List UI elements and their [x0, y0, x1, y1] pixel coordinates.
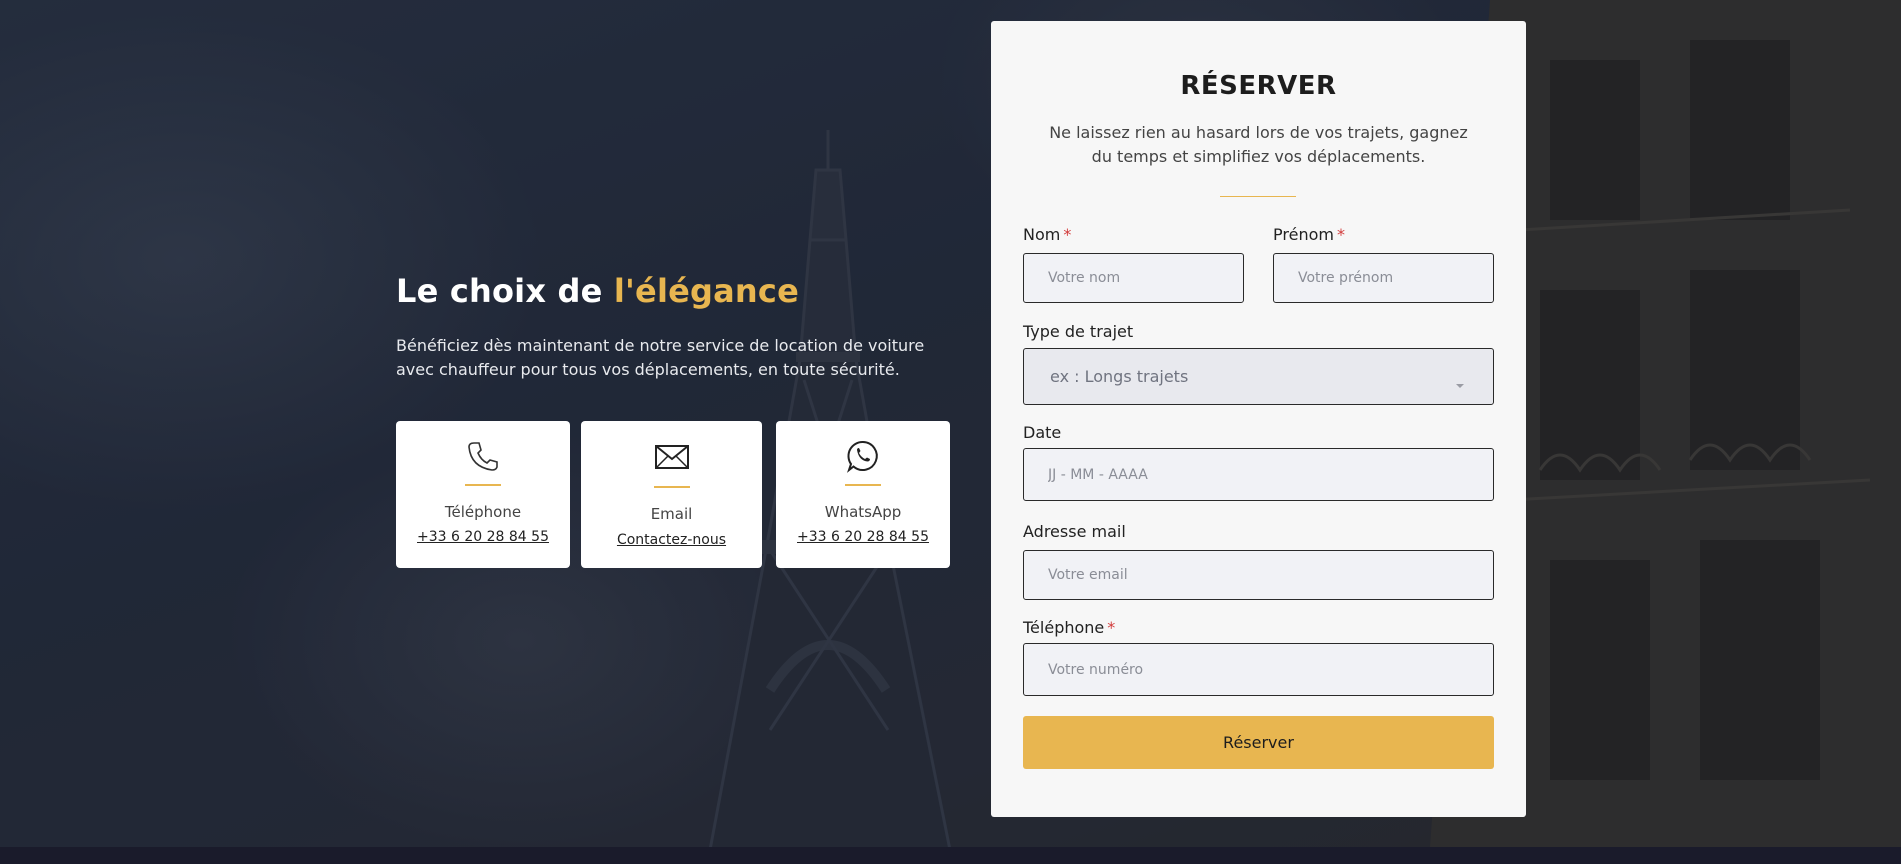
trajet-label: Type de trajet [1023, 322, 1134, 341]
contact-label: Téléphone [444, 503, 522, 521]
contact-label: Email [650, 505, 693, 523]
nom-label: Nom * [1023, 225, 1071, 244]
contact-label: WhatsApp [824, 503, 902, 521]
nom-label-text: Nom [1023, 225, 1061, 244]
chevron-down-icon [1455, 374, 1465, 393]
date-input[interactable] [1023, 448, 1494, 501]
email-label: Adresse mail [1023, 522, 1126, 541]
required-mark: * [1336, 225, 1345, 244]
contact-phone-link[interactable]: +33 6 20 28 84 55 [396, 529, 570, 545]
prenom-label-text: Prénom [1273, 225, 1334, 244]
card-divider [465, 484, 501, 486]
nom-input[interactable] [1023, 253, 1244, 303]
contact-email-link[interactable]: Contactez-nous [581, 532, 762, 548]
intro-section: Le choix de l'élégance Bénéficiez dès ma… [396, 272, 956, 382]
hero-title-accent: l'élégance [613, 272, 799, 310]
form-description: Ne laissez rien au hasard lors de vos tr… [1049, 123, 1468, 166]
contact-card-email[interactable]: Email Contactez-nous [581, 421, 762, 568]
footer-bar [0, 847, 1901, 864]
contact-card-whatsapp[interactable]: WhatsApp +33 6 20 28 84 55 [776, 421, 950, 568]
email-input[interactable] [1023, 550, 1494, 600]
required-mark: * [1063, 225, 1072, 244]
trajet-selected-value: ex : Longs trajets [1050, 367, 1189, 386]
telephone-input[interactable] [1023, 643, 1494, 696]
mail-icon [654, 439, 690, 477]
trajet-select[interactable]: ex : Longs trajets [1023, 348, 1494, 405]
prenom-label: Prénom * [1273, 225, 1345, 244]
form-divider [1220, 196, 1296, 197]
hero-overlay [0, 0, 1901, 847]
form-title: RÉSERVER [1180, 71, 1337, 101]
booking-form: RÉSERVER Ne laissez rien au hasard lors … [991, 21, 1526, 817]
contact-card-phone[interactable]: Téléphone +33 6 20 28 84 55 [396, 421, 570, 568]
whatsapp-icon [846, 439, 880, 477]
telephone-label: Téléphone * [1023, 618, 1115, 637]
hero-title-prefix: Le choix de [396, 272, 614, 310]
card-divider [653, 486, 690, 488]
telephone-label-text: Téléphone [1023, 618, 1105, 637]
date-label: Date [1023, 423, 1062, 442]
phone-icon [466, 439, 500, 477]
hero-background [0, 0, 1901, 847]
contact-whatsapp-link[interactable]: +33 6 20 28 84 55 [776, 529, 950, 545]
required-mark: * [1107, 618, 1116, 637]
hero-title: Le choix de l'élégance [396, 272, 956, 310]
card-divider [845, 484, 881, 486]
reserver-button[interactable]: Réserver [1023, 716, 1494, 769]
prenom-input[interactable] [1273, 253, 1494, 303]
hero-description: Bénéficiez dès maintenant de notre servi… [396, 336, 925, 379]
